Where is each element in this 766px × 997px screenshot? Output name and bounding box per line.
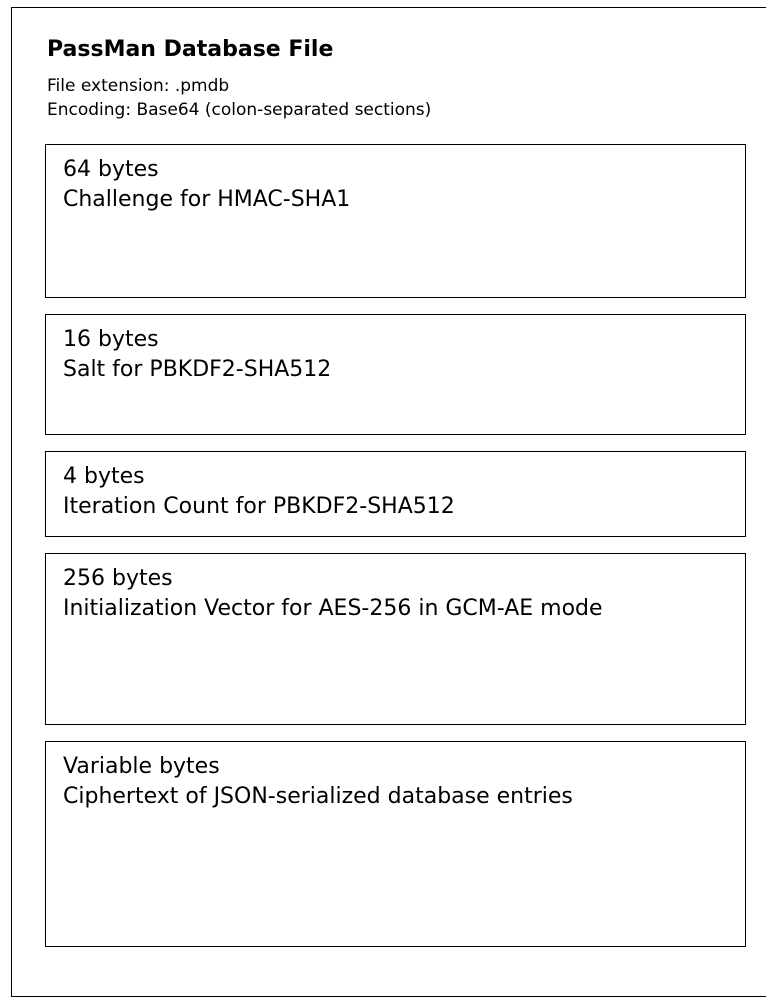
section-size: 256 bytes bbox=[63, 566, 173, 591]
section-description: Challenge for HMAC-SHA1 bbox=[63, 187, 351, 212]
section-size: 4 bytes bbox=[63, 464, 145, 489]
file-extension-note: File extension: .pmdb bbox=[47, 76, 230, 96]
encoding-note: Encoding: Base64 (colon-separated sectio… bbox=[47, 100, 432, 120]
section-description: Salt for PBKDF2-SHA512 bbox=[63, 357, 332, 382]
section-description: Ciphertext of JSON-serialized database e… bbox=[63, 784, 573, 809]
section-salt: 16 bytes Salt for PBKDF2-SHA512 bbox=[45, 314, 746, 435]
section-size: 16 bytes bbox=[63, 327, 159, 352]
section-challenge: 64 bytes Challenge for HMAC-SHA1 bbox=[45, 144, 746, 298]
section-description: Iteration Count for PBKDF2-SHA512 bbox=[63, 494, 455, 519]
section-iteration-count: 4 bytes Iteration Count for PBKDF2-SHA51… bbox=[45, 451, 746, 537]
section-description: Initialization Vector for AES-256 in GCM… bbox=[63, 596, 603, 621]
section-initialization-vector: 256 bytes Initialization Vector for AES-… bbox=[45, 553, 746, 725]
section-ciphertext: Variable bytes Ciphertext of JSON-serial… bbox=[45, 741, 746, 947]
section-size: 64 bytes bbox=[63, 157, 159, 182]
diagram-title: PassMan Database File bbox=[47, 37, 334, 62]
section-size: Variable bytes bbox=[63, 754, 220, 779]
